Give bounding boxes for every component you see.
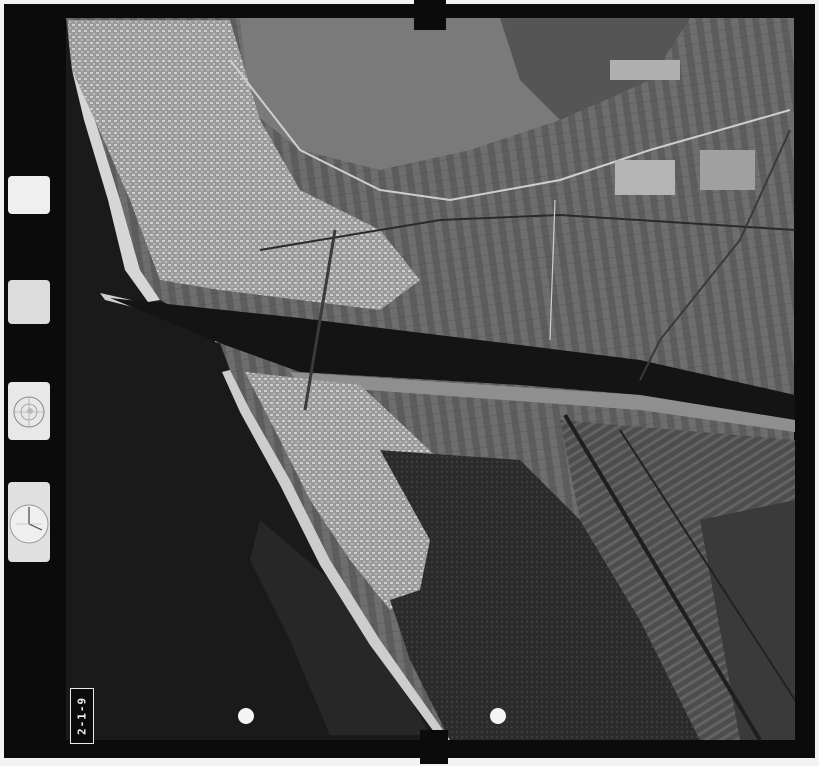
altimeter-instrument [8, 482, 50, 562]
fiducial-mark-right [490, 708, 506, 724]
top-notch [414, 0, 446, 30]
frame-counter-instrument [8, 280, 50, 324]
level-bubble-instrument [8, 382, 50, 440]
industrial-block-1 [615, 160, 675, 195]
fiducial-mark-left [238, 708, 254, 724]
altimeter-dial-icon [9, 504, 49, 544]
bottom-notch [420, 730, 448, 764]
industrial-block-3 [610, 60, 680, 80]
clock-instrument [8, 176, 50, 214]
industrial-block-2 [700, 150, 755, 190]
aerial-photograph [66, 18, 796, 742]
level-bubble-icon [13, 396, 45, 428]
frame-number-label: 2-1-9 [70, 688, 94, 744]
